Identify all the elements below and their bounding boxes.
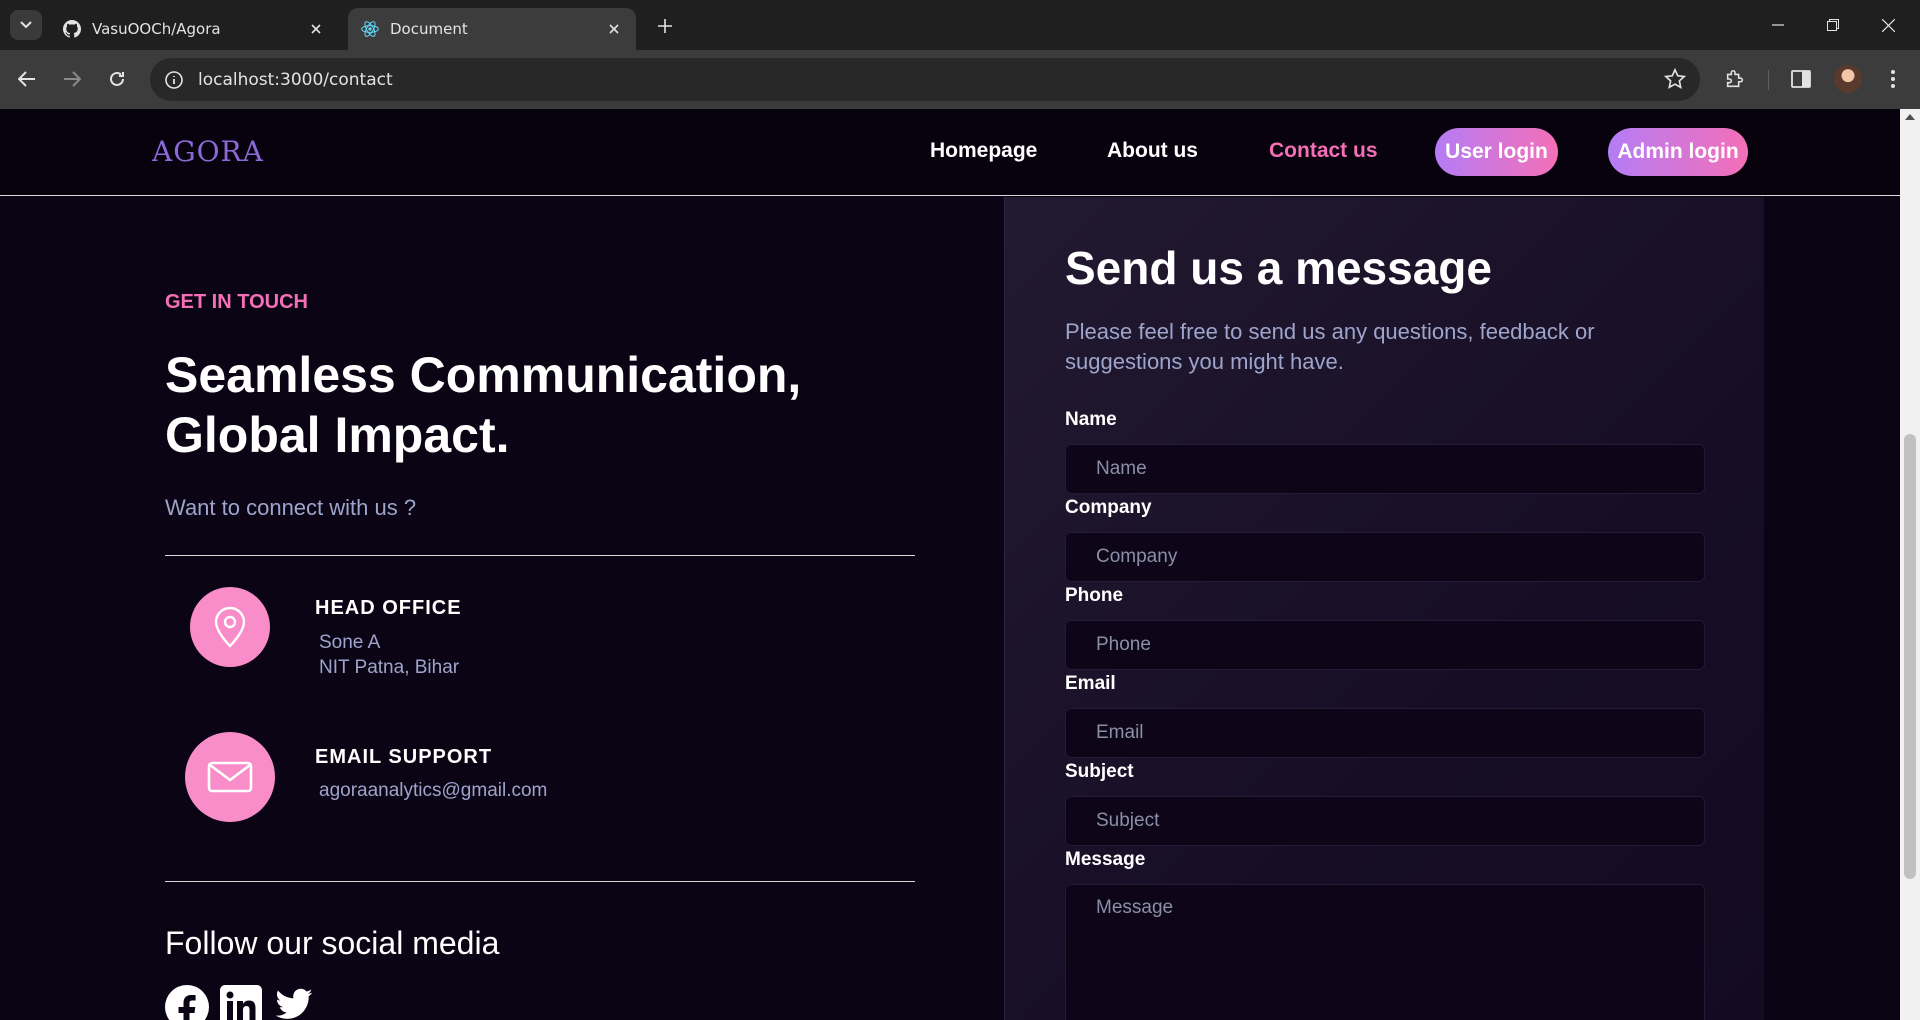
subject-label: Subject [1065,761,1134,782]
bookmark-star-icon[interactable] [1663,67,1687,94]
site-navbar: AGORA Homepage About us Contact us User … [0,109,1900,196]
divider [165,555,915,556]
profile-avatar[interactable] [1834,65,1862,93]
divider [165,881,915,882]
toolbar-divider [1768,70,1769,90]
phone-label: Phone [1065,585,1124,606]
reload-icon [110,71,124,86]
contact-form-card: Send us a message Please feel free to se… [1004,197,1764,1020]
new-tab-button[interactable] [652,13,678,39]
subject-field[interactable] [1065,796,1705,846]
more-vertical-icon [1891,70,1895,88]
support-email-link[interactable]: agoraanalytics@gmail.com [319,780,547,802]
page-headline: Seamless Communication, Global Impact. [165,347,802,463]
browser-tabbar: VasuOOCh/Agora Document [0,0,1920,50]
chevron-down-icon [20,21,32,29]
message-field[interactable] [1065,884,1705,1020]
email-support-title: EMAIL SUPPORT [315,746,493,768]
browser-menu-button[interactable] [1876,62,1910,96]
arrow-left-icon [18,71,35,87]
section-eyebrow: GET IN TOUCH [165,291,308,313]
side-panel-icon [1791,70,1811,88]
head-office-line1: Sone A [319,632,381,653]
mail-icon [185,732,275,822]
close-icon[interactable] [306,19,326,39]
info-icon [165,70,183,89]
head-office-title: HEAD OFFICE [315,597,462,619]
name-label: Name [1065,409,1117,430]
close-icon[interactable] [604,19,624,39]
company-field[interactable] [1065,532,1705,582]
page-subheading: Want to connect with us ? [165,495,417,520]
message-label: Message [1065,849,1146,870]
extensions-button[interactable] [1718,62,1752,96]
email-label: Email [1065,673,1116,694]
browser-toolbar: localhost:3000/contact [0,50,1920,109]
form-title: Send us a message [1065,242,1492,294]
admin-login-button[interactable]: Admin login [1608,128,1748,176]
company-label: Company [1065,497,1152,518]
tab-github[interactable]: VasuOOCh/Agora [50,8,338,50]
minimize-button[interactable] [1750,0,1806,50]
follow-social-heading: Follow our social media [165,925,500,961]
forward-button[interactable] [55,62,89,96]
phone-field[interactable] [1065,620,1705,670]
tab-search-button[interactable] [10,10,42,40]
tab-title: VasuOOCh/Agora [92,20,221,38]
reload-button[interactable] [100,62,134,96]
scroll-up-arrow-icon[interactable] [1905,114,1915,120]
close-window-button[interactable] [1860,0,1916,50]
nav-link-contact[interactable]: Contact us [1269,139,1378,163]
nav-link-about[interactable]: About us [1107,139,1198,163]
url-text: localhost:3000/contact [198,69,393,90]
linkedin-icon[interactable] [220,985,264,1020]
side-panel-button[interactable] [1784,62,1818,96]
page-scrollbar[interactable] [1900,109,1920,1020]
github-icon [62,19,82,39]
scrollbar-thumb[interactable] [1904,434,1916,879]
location-pin-icon [190,587,270,667]
close-icon [1881,18,1895,32]
back-button[interactable] [10,62,44,96]
tab-title: Document [390,20,468,38]
tab-document[interactable]: Document [348,8,636,50]
user-login-button[interactable]: User login [1435,128,1558,176]
restore-button[interactable] [1805,0,1861,50]
name-field[interactable] [1065,444,1705,494]
address-bar[interactable]: localhost:3000/contact [150,58,1700,101]
plus-icon [658,19,672,33]
form-description: Please feel free to send us any question… [1065,319,1595,374]
web-page: AGORA Homepage About us Contact us User … [0,109,1900,1020]
react-icon [360,19,380,39]
restore-icon [1827,19,1839,31]
head-office-line2: NIT Patna, Bihar [319,657,460,678]
arrow-right-icon [64,71,81,87]
email-field[interactable] [1065,708,1705,758]
minimize-icon [1772,24,1784,26]
nav-link-homepage[interactable]: Homepage [930,139,1037,163]
twitter-icon[interactable] [272,985,316,1020]
facebook-icon[interactable] [165,985,209,1020]
site-logo[interactable]: AGORA [152,135,264,168]
puzzle-icon [1726,69,1744,88]
